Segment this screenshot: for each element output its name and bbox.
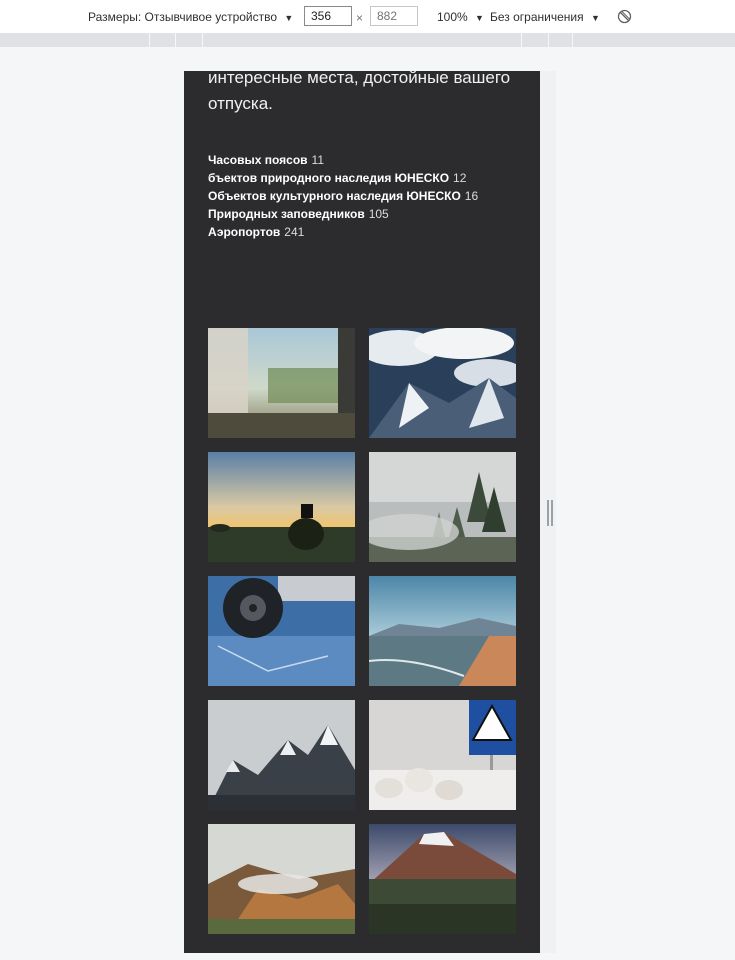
stat-label: Объектов культурного наследия ЮНЕСКО [208,189,461,203]
stats-list: Часовых поясов 11 бъектов природного насл… [208,151,478,241]
viewport-resize-handle[interactable] [547,500,553,526]
stat-value: 241 [284,225,305,239]
device-toolbar: Размеры: Отзывчивое устройство ▼ × 100% … [0,0,735,34]
times-icon: × [356,11,364,25]
train-window-photo[interactable] [208,328,355,438]
stat-item: бъектов природного наследия ЮНЕСКО 12 [208,169,478,187]
chevron-down-icon: ▼ [475,13,484,23]
stat-value: 16 [464,189,479,203]
snowy-mountains-aerial-photo[interactable] [369,328,516,438]
rotate-icon[interactable] [617,9,632,27]
stat-value: 105 [368,207,389,221]
stat-value: 12 [453,171,467,185]
car-on-ice-photo[interactable] [208,576,355,686]
throttling-dropdown[interactable]: Без ограничения ▼ [490,10,600,24]
stat-label: Природных заповедников [208,207,365,221]
stat-label: бъектов природного наследия ЮНЕСКО [208,171,450,185]
snow-mountain-peaks-photo[interactable] [208,700,355,810]
pedestrian-sign-photo[interactable] [369,700,516,810]
sunset-dog-silhouette-photo[interactable] [208,452,355,562]
zoom-label: 100% [437,10,468,24]
foggy-forest-photo[interactable] [369,452,516,562]
intro-text: интересные места, достойные вашего отпус… [208,71,511,113]
chevron-down-icon: ▼ [284,13,294,23]
dimensions-dropdown[interactable]: Размеры: Отзывчивое устройство ▼ [88,10,293,24]
stat-label: Часовых поясов [208,153,308,167]
stat-item: Аэропортов 241 [208,223,478,241]
lake-shore-photo[interactable] [369,576,516,686]
stat-item: Объектов культурного наследия ЮНЕСКО 16 [208,187,478,205]
stat-item: Часовых поясов 11 [208,151,478,169]
throttling-label: Без ограничения [490,10,584,24]
zoom-dropdown[interactable]: 100% ▼ [437,10,484,24]
chevron-down-icon: ▼ [590,13,600,23]
misty-volcanic-hills-photo[interactable] [208,824,355,934]
dimensions-label: Размеры: Отзывчивое устройство [88,10,278,24]
media-query-ruler[interactable] [0,33,735,47]
photo-gallery [208,328,516,934]
width-input[interactable] [304,6,352,26]
stat-value: 11 [311,153,325,167]
volcano-photo[interactable] [369,824,516,934]
emulated-viewport: интересные места, достойные вашего отпус… [184,71,540,953]
height-input[interactable] [370,6,418,26]
stat-item: Природных заповедников 105 [208,205,478,223]
stat-label: Аэропортов [208,225,281,239]
